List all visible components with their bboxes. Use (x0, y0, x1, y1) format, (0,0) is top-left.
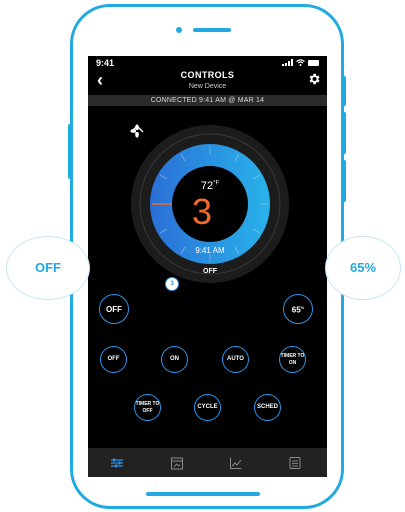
dial-mode-label[interactable]: OFF (130, 268, 290, 275)
callout-right-label: 65% (349, 260, 377, 275)
cycle-button[interactable]: CYCLE (194, 394, 221, 421)
silent-switch (68, 124, 72, 179)
fan-speed-button[interactable]: 65% (283, 294, 313, 324)
calendar-tab-icon[interactable] (170, 456, 184, 470)
power-button (342, 76, 346, 106)
gear-icon[interactable] (307, 72, 321, 86)
home-indicator (146, 492, 260, 496)
status-bar: 9:41 (88, 56, 327, 70)
device-name: New Device (188, 83, 227, 90)
chart-tab-icon[interactable] (229, 456, 243, 470)
timer-to-off-button[interactable]: TIMER TO OFF (134, 394, 161, 421)
mode-on-button[interactable]: ON (161, 346, 188, 373)
connection-status: CONNECTED 9:41 AM @ MAR 14 (88, 95, 327, 106)
battery-icon (308, 59, 319, 66)
thermostat-dial[interactable]: 72°F 3 9:41 AM OFF 3 (130, 124, 290, 291)
fan-off-label: OFF (106, 304, 122, 314)
fan-speed-label: 65% (292, 304, 304, 314)
callout-left: OFF (6, 236, 90, 300)
status-icons (282, 59, 319, 66)
tab-bar (88, 448, 327, 477)
signal-icon (282, 59, 293, 66)
setpoint-value: 3 (192, 191, 213, 232)
page-title: CONTROLS (180, 70, 235, 80)
volume-down-button (342, 160, 346, 202)
temp-unit: °F (213, 180, 220, 187)
earpiece-speaker (193, 28, 231, 32)
nav-bar: ‹ CONTROLS New Device (88, 70, 327, 94)
mode-off-button[interactable]: OFF (100, 346, 127, 373)
fan-speed-unit: % (300, 305, 305, 311)
mode-auto-button[interactable]: AUTO (222, 346, 249, 373)
dial-time: 9:41 AM (195, 246, 225, 255)
front-camera (176, 27, 182, 33)
chevron-up-icon[interactable] (130, 124, 144, 134)
volume-up-button (342, 112, 346, 154)
callout-right: 65% (325, 236, 401, 300)
schedule-button[interactable]: SCHED (254, 394, 281, 421)
wifi-icon (296, 59, 305, 66)
fan-speed-value: 65 (291, 305, 301, 315)
timer-to-on-button[interactable]: TIMER TO ON (279, 346, 306, 373)
controls-tab-icon[interactable] (110, 456, 124, 470)
callout-left-label: OFF (35, 260, 61, 275)
app-screen: 9:41 ‹ CONTROLS New Device CONNECTED 9:4… (88, 56, 327, 477)
list-tab-icon[interactable] (288, 456, 302, 470)
fan-off-button[interactable]: OFF (99, 294, 129, 324)
dial-knob[interactable]: 3 (165, 277, 179, 291)
status-time: 9:41 (96, 58, 115, 68)
